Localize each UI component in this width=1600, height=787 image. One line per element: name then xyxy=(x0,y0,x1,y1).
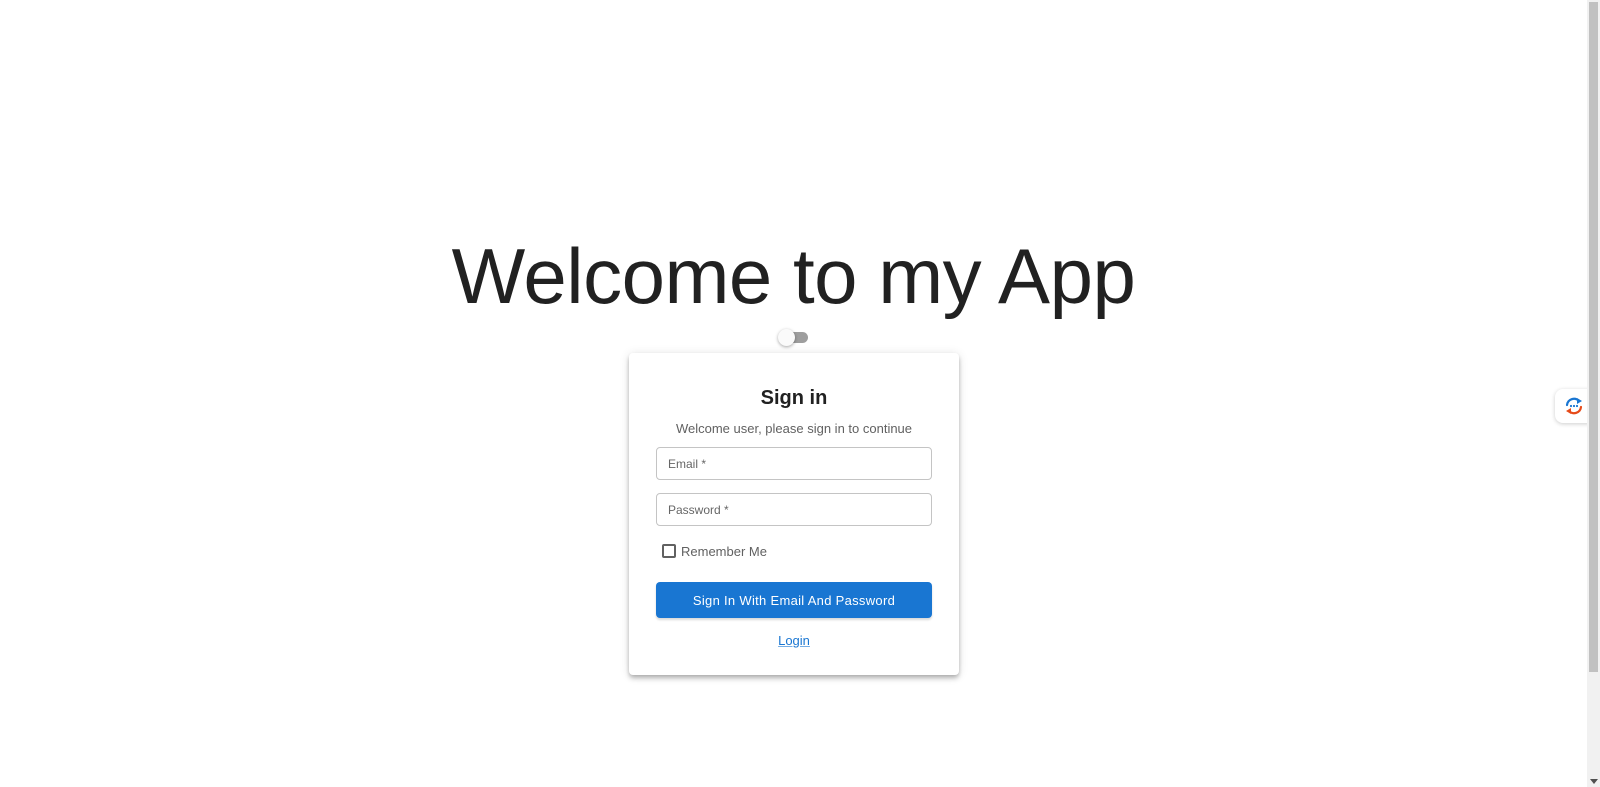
page: Welcome to my App Sign in Welcome user, … xyxy=(0,0,1600,787)
login-link-container: Login xyxy=(629,633,959,648)
login-link[interactable]: Login xyxy=(778,633,810,648)
signin-subtitle: Welcome user, please sign in to continue xyxy=(675,421,913,436)
password-field[interactable] xyxy=(656,493,932,526)
email-field[interactable] xyxy=(656,447,932,480)
theme-toggle-switch[interactable] xyxy=(778,329,808,346)
page-title: Welcome to my App xyxy=(451,232,1136,320)
email-input[interactable] xyxy=(657,448,931,479)
signin-button[interactable]: Sign In With Email And Password xyxy=(656,582,932,618)
password-input[interactable] xyxy=(657,494,931,525)
signin-title: Sign in xyxy=(760,387,828,409)
toggle-thumb xyxy=(778,329,795,346)
side-widget-button[interactable] xyxy=(1555,389,1591,423)
scrollbar-thumb[interactable] xyxy=(1589,2,1598,672)
refresh-chat-icon xyxy=(1565,397,1583,415)
scroll-down-arrow-icon[interactable] xyxy=(1590,779,1598,784)
remember-me[interactable]: Remember Me xyxy=(662,543,767,559)
remember-me-checkbox[interactable] xyxy=(662,544,676,558)
vertical-scrollbar[interactable] xyxy=(1587,0,1600,787)
signin-card: Sign in Welcome user, please sign in to … xyxy=(629,353,959,675)
remember-me-label: Remember Me xyxy=(681,543,767,559)
